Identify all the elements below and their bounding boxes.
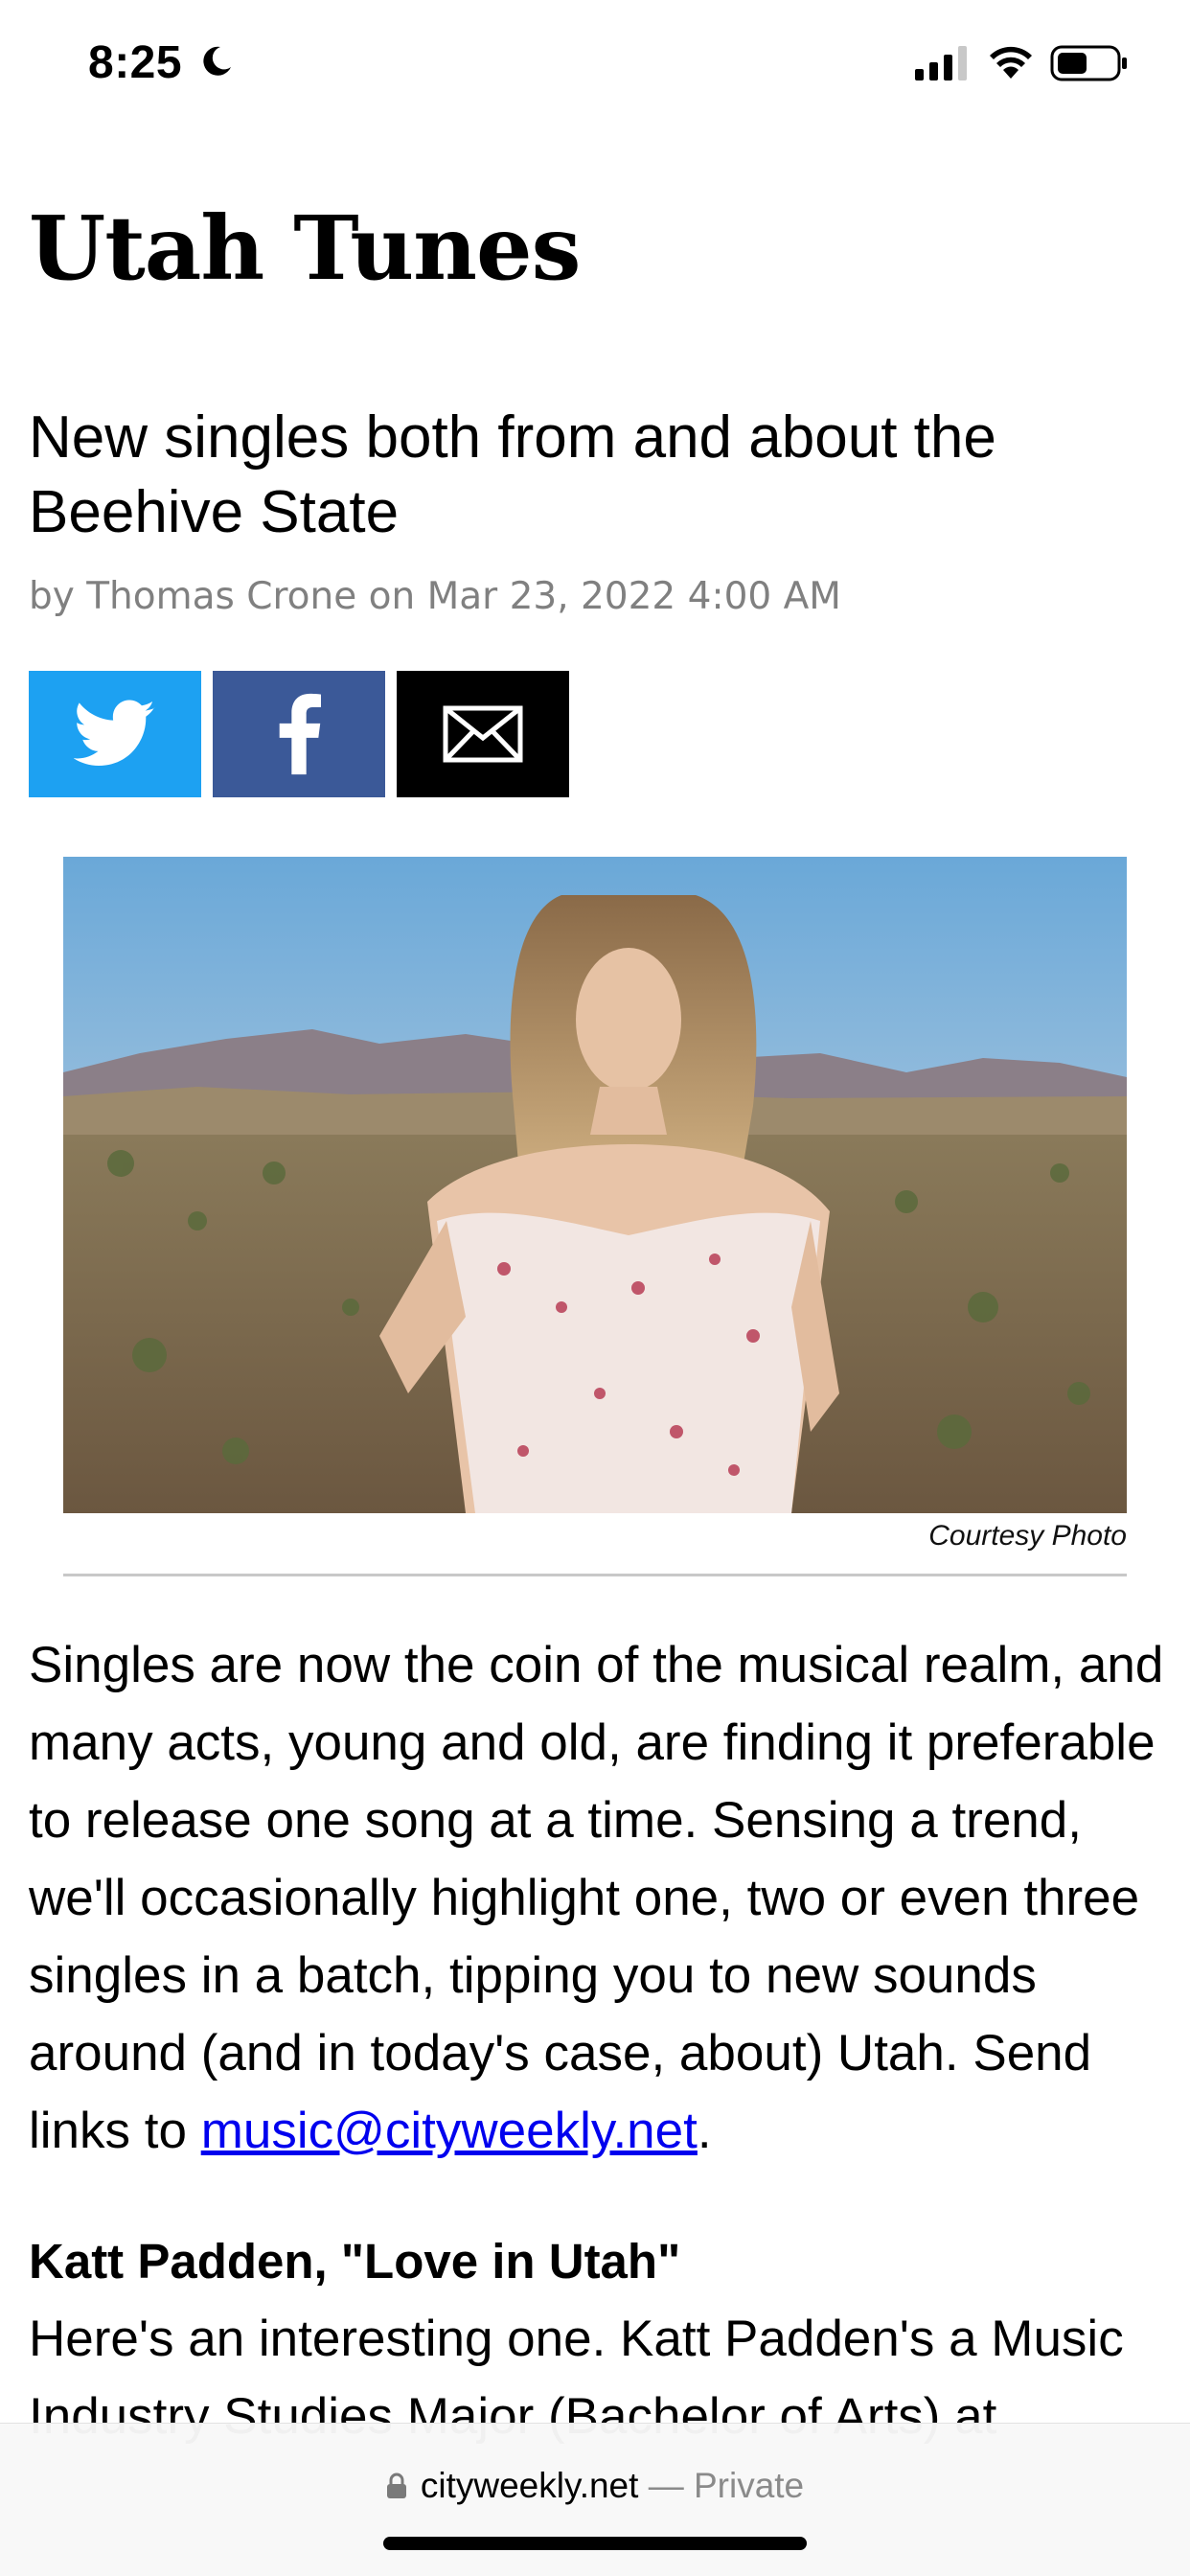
intro-text: Singles are now the coin of the musical … bbox=[29, 1637, 1164, 2159]
browser-address-bar[interactable]: cityweekly.net — Private bbox=[0, 2423, 1190, 2576]
status-bar: 8:25 bbox=[0, 0, 1190, 125]
wifi-icon bbox=[990, 46, 1032, 79]
article-intro-paragraph: Singles are now the coin of the musical … bbox=[29, 1626, 1169, 2170]
battery-icon bbox=[1050, 45, 1127, 81]
lock-icon bbox=[386, 2472, 406, 2498]
email-icon bbox=[443, 705, 523, 763]
status-time: 8:25 bbox=[88, 37, 183, 88]
article-photo bbox=[63, 857, 1127, 1513]
twitter-icon bbox=[74, 700, 155, 766]
cellular-signal-icon bbox=[915, 46, 967, 80]
woman-in-field-image bbox=[63, 857, 1127, 1513]
single-title: Katt Padden, "Love in Utah" bbox=[29, 2234, 681, 2288]
share-email-button[interactable] bbox=[397, 671, 569, 797]
photo-caption: Courtesy Photo bbox=[928, 1520, 1127, 1552]
separator: — bbox=[638, 2466, 694, 2505]
intro-period: . bbox=[697, 2103, 712, 2159]
article-byline: by Thomas Crone on Mar 23, 2022 4:00 AM bbox=[29, 575, 841, 618]
private-mode-label: Private bbox=[693, 2466, 805, 2505]
facebook-icon bbox=[279, 693, 321, 775]
url-text: cityweekly.net bbox=[420, 2466, 639, 2505]
home-indicator[interactable] bbox=[383, 2537, 807, 2550]
share-twitter-button[interactable] bbox=[29, 671, 201, 797]
email-link[interactable]: music@cityweekly.net bbox=[201, 2103, 698, 2159]
share-facebook-button[interactable] bbox=[213, 671, 385, 797]
divider bbox=[63, 1574, 1127, 1576]
article-title: Utah Tunes bbox=[29, 196, 581, 300]
url-display[interactable]: cityweekly.net — Private bbox=[0, 2466, 1190, 2506]
moon-icon bbox=[203, 46, 231, 76]
article-subtitle: New singles both from and about the Beeh… bbox=[29, 404, 996, 545]
